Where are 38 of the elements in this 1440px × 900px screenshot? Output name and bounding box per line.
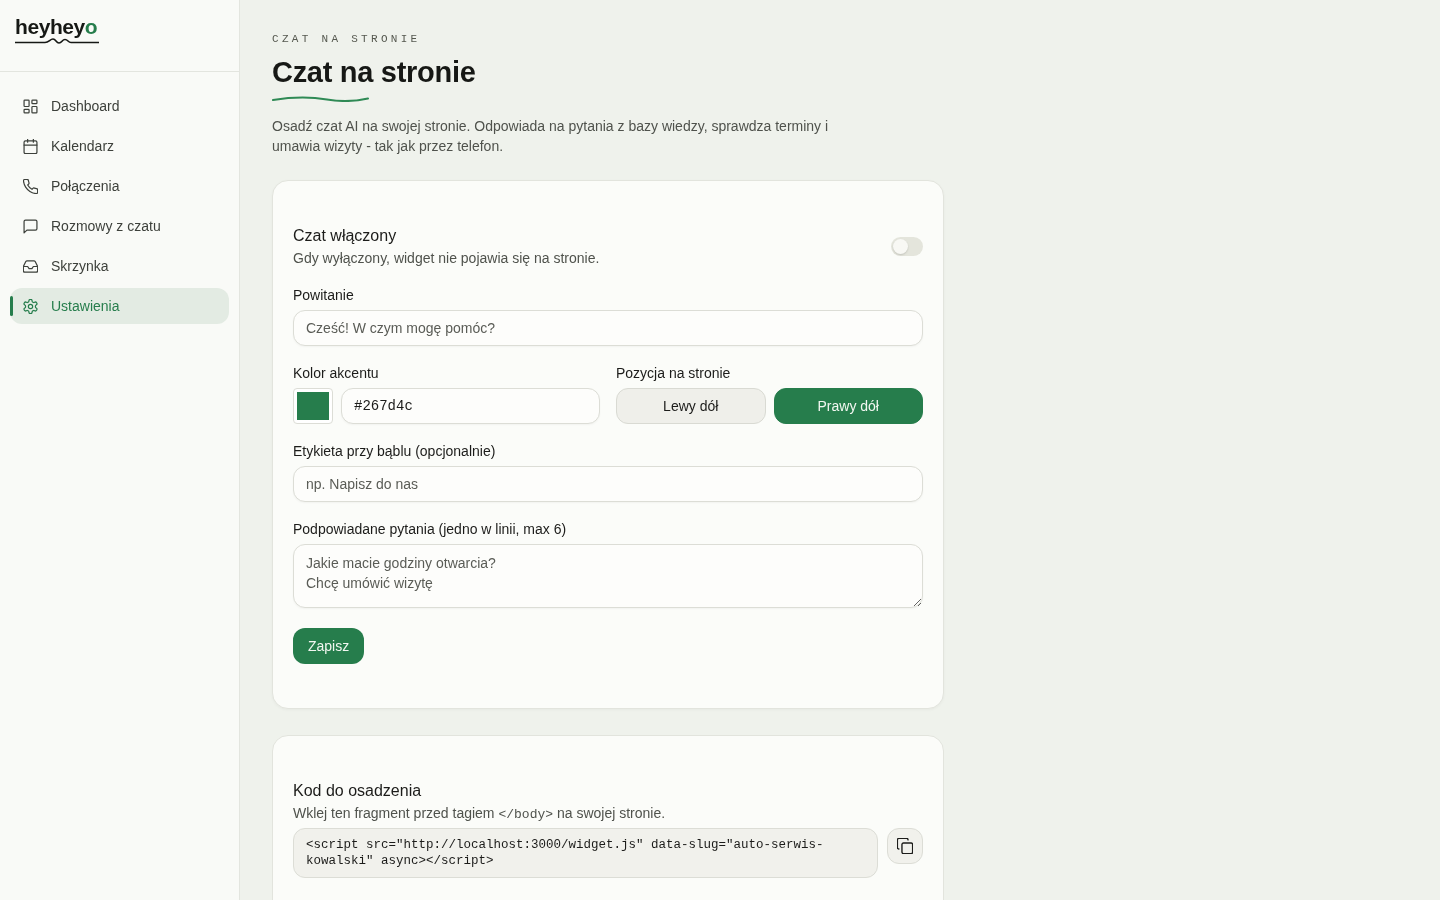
nav-item[interactable]: Kalendarz — [10, 128, 229, 164]
field-label: Pozycja na stronie — [616, 364, 731, 383]
field-label: Powitanie — [293, 286, 354, 305]
toggle-title: Czat włączony — [293, 226, 397, 246]
input-field[interactable]: np. Napisz do nas — [293, 466, 923, 502]
page-description: Osadź czat AI na swojej stronie. Odpowiada na pytania z bazy wiedzy, sprawdza terminy i umawia wizyty - tak jak przez telefon. — [272, 117, 830, 156]
nav-item[interactable]: Rozmowy z czatu — [10, 208, 229, 244]
nav-item[interactable]: Skrzynka — [10, 248, 229, 284]
field-label: Kolor akcentu — [293, 364, 379, 383]
field-label: Podpowiadane pytania (jedno w linii, max 6) — [293, 520, 567, 539]
calendar-icon — [23, 138, 38, 154]
nav-item[interactable]: Połączenia — [10, 168, 229, 204]
page-eyebrow: CZAT NA STRONIE — [272, 32, 421, 46]
copy-icon — [897, 838, 913, 854]
toggle-description: Gdy wyłączony, widget nie pojawia się na stronie. — [293, 249, 600, 268]
position-option[interactable]: Prawy dół — [773, 388, 923, 424]
card-title: Kod do osadzenia — [293, 781, 422, 801]
toggle-switch[interactable] — [891, 236, 923, 256]
logo: heyheyo — [15, 16, 99, 44]
textarea-field[interactable]: Jakie macie godziny otwarcia? Chcę umówić wizytę — [293, 544, 923, 608]
dashboard-grid-icon — [23, 98, 38, 114]
phone-icon — [23, 178, 38, 194]
card-description: Wklej ten fragment przed tagiem </body> na swojej stronie. — [293, 804, 666, 824]
page-title: Czat na stronie — [272, 55, 476, 90]
color-hex-input[interactable]: #267d4c — [341, 388, 600, 424]
position-option[interactable]: Lewy dół — [616, 388, 766, 424]
chat-bubble-icon — [23, 218, 38, 234]
active-indicator — [10, 296, 13, 316]
inbox-tray-icon — [23, 258, 38, 274]
color-swatch-icon[interactable] — [293, 388, 333, 424]
settings-icon — [23, 298, 38, 314]
input-field[interactable]: Cześć! W czym mogę pomóc? — [293, 310, 923, 346]
field-label: Etykieta przy bąblu (opcjonalnie) — [293, 442, 496, 461]
save-button[interactable]: Zapisz — [293, 628, 365, 664]
nav-item[interactable]: Ustawienia — [10, 288, 229, 324]
copy-button[interactable] — [887, 828, 923, 864]
nav-item[interactable]: Dashboard — [10, 88, 229, 124]
code-block: <script src="http://localhost:3000/widget.js" data-slug="auto-serwis-kowalski" async></script> — [293, 828, 878, 878]
